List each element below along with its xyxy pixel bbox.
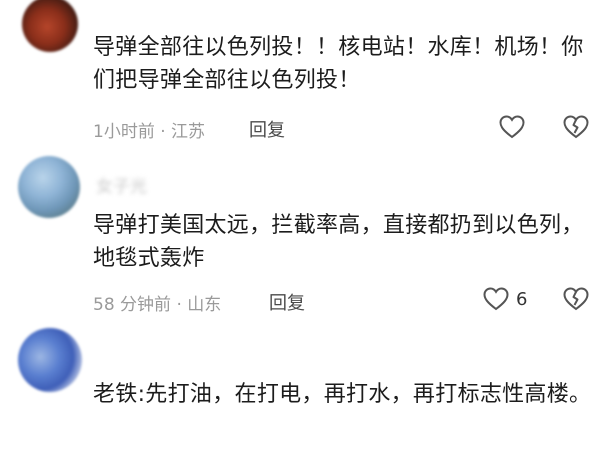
broken-heart-icon — [562, 286, 590, 312]
heart-outline-icon — [482, 286, 510, 312]
meta-separator: · — [160, 122, 166, 142]
avatar[interactable] — [18, 156, 80, 218]
broken-heart-icon — [562, 114, 590, 140]
avatar[interactable] — [22, 0, 78, 52]
dislike-button[interactable] — [562, 286, 590, 312]
heart-outline-icon — [498, 114, 526, 140]
comment-item: 老铁:先打油，在打电，再打水，再打标志性高楼。 — [0, 320, 612, 454]
comment-meta: 58 分钟前 · 山东 — [93, 290, 221, 315]
comment-location: 江苏 — [171, 122, 206, 142]
avatar[interactable] — [18, 328, 82, 392]
reply-button[interactable]: 回复 — [269, 289, 305, 315]
username[interactable]: 女子光 — [96, 172, 147, 197]
comment-item: 导弹全部往以色列投！！核电站！水库！机场！你们把导弹全部往以色列投！ 1小时前 … — [0, 0, 612, 150]
comment-meta: 1小时前 · 江苏 — [93, 117, 205, 142]
comment-time: 58 分钟前 — [93, 295, 172, 315]
comment-item: 女子光 导弹打美国太远，拦截率高，直接都扔到以色列，地毯式轰炸 58 分钟前 ·… — [0, 150, 612, 320]
comment-location: 山东 — [187, 295, 222, 315]
comment-text: 导弹打美国太远，拦截率高，直接都扔到以色列，地毯式轰炸 — [93, 213, 584, 271]
comment-text: 老铁:先打油，在打电，再打水，再打标志性高楼。 — [93, 382, 592, 407]
like-button[interactable] — [498, 114, 532, 140]
reply-button[interactable]: 回复 — [249, 116, 285, 142]
dislike-button[interactable] — [562, 114, 590, 140]
comment-time: 1小时前 — [93, 122, 155, 142]
like-count: 6 — [516, 288, 528, 310]
meta-separator: · — [176, 295, 182, 315]
like-button[interactable]: 6 — [482, 286, 527, 312]
comment-text: 导弹全部往以色列投！！核电站！水库！机场！你们把导弹全部往以色列投！ — [93, 35, 584, 93]
